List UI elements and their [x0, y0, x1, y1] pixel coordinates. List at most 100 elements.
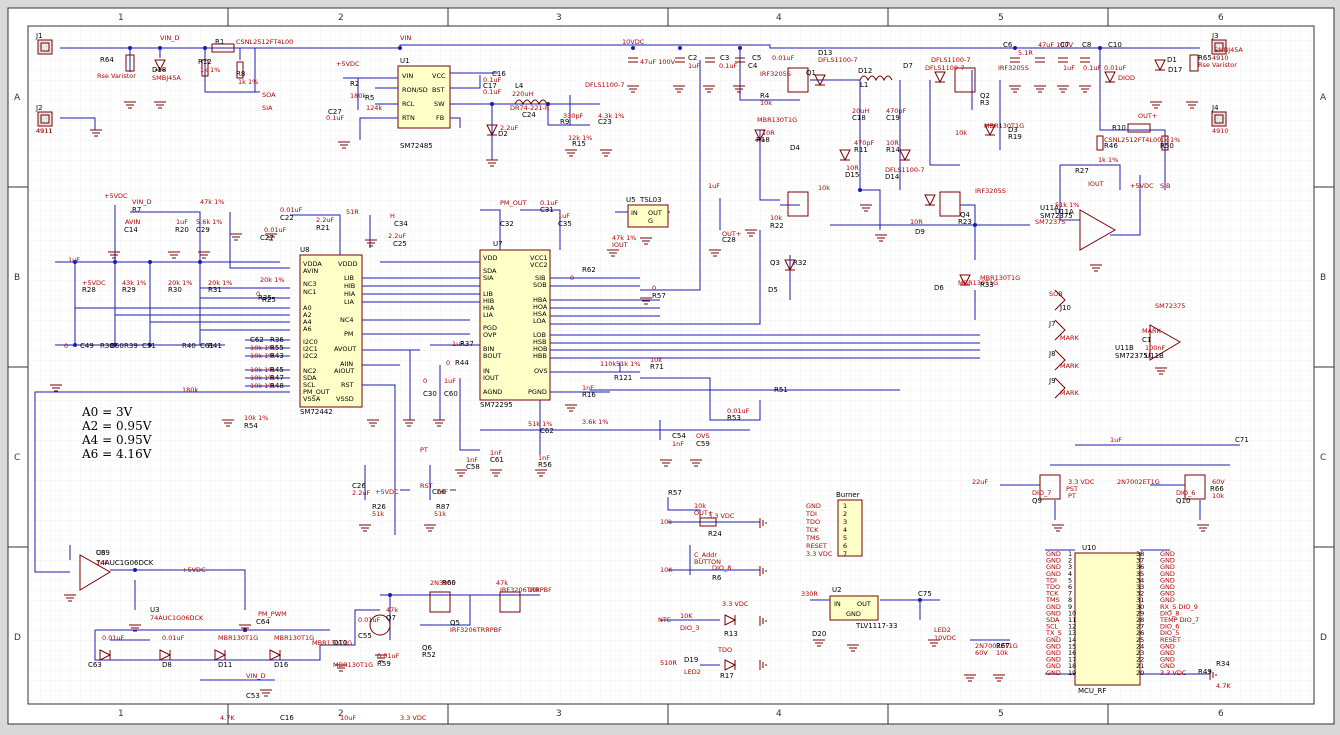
component-label: R12 [198, 58, 212, 66]
u1-pin-vin: VIN [402, 72, 413, 80]
component-label: 1uF [558, 212, 570, 220]
component-label: C31 [540, 206, 554, 214]
component-label: 10k [955, 129, 967, 137]
col-label-4: 4 [776, 13, 782, 23]
component-label: D17 [1168, 66, 1182, 74]
component-label: 0.01uF [1104, 64, 1127, 72]
component-label: C62 [250, 336, 264, 344]
component-label: 2.2uF [316, 216, 334, 224]
component-label: LED2 [934, 626, 951, 634]
component-label: 0 [446, 359, 450, 367]
u1-pin-rcl: RCL [402, 100, 415, 108]
u1-pin-bst: BST [432, 86, 444, 94]
component-label: R24 [708, 530, 722, 538]
component-label: 3.3 VDC [708, 512, 735, 520]
col-label-1-bottom: 1 [118, 709, 124, 719]
u10-right-net: 3.3 VDC [1160, 669, 1187, 677]
col-label-3: 3 [556, 13, 562, 23]
component-label: PM_OUT [500, 199, 527, 207]
component-label: C7 [1060, 41, 1069, 49]
burner-pin-2: 2 [843, 510, 847, 518]
component-label: LED2 [684, 668, 701, 676]
component-label: 10k [528, 586, 540, 594]
u8-pin-lia: LIA [344, 298, 355, 306]
u8-name: SM72442 [300, 408, 333, 416]
component-label: 10K [680, 612, 693, 620]
u8-pin-nc3: NC3 [303, 280, 317, 288]
component-label: R54 [244, 422, 258, 430]
component-label: C14 [124, 226, 138, 234]
burner-pin-3: 3 [843, 518, 847, 526]
component-label: 4.7K [1216, 682, 1231, 690]
component-label: 0.1uF [719, 62, 737, 70]
row-label-c: C [14, 453, 20, 463]
component-label: R32 [793, 259, 807, 267]
component-label: 51k [372, 510, 384, 518]
component-label: R23 [958, 218, 972, 226]
component-label: C63 [88, 661, 102, 669]
burner-net-tdi: TDI [805, 510, 817, 518]
u5-name: TSL03 [639, 196, 662, 204]
component-label: DFLS1100-7 [585, 81, 625, 89]
component-label: Q9 [1032, 497, 1042, 505]
component-label: H [390, 212, 395, 220]
component-label: C22 [280, 214, 294, 222]
u8-pin-nc1: NC1 [303, 288, 317, 296]
u1-pin-vcc: VCC [432, 72, 446, 80]
u2-pin-in: IN [834, 600, 841, 608]
component-label: 0.01uF [264, 226, 287, 234]
component-label: J1 [35, 32, 43, 40]
component-label: D10 [333, 639, 347, 647]
component-label: R51 [774, 386, 788, 394]
component-label: 1uF [1063, 64, 1075, 72]
u8-pin-a6: A6 [303, 325, 312, 333]
row-label-d-right: D [1320, 633, 1327, 643]
component-label: MARK [1060, 389, 1080, 397]
component-label: 10k [1212, 492, 1224, 500]
component-label: R62 [582, 266, 596, 274]
component-label: 4911 [36, 127, 53, 135]
component-label: MBR130T1G [333, 661, 373, 669]
chip-u8: U8 SM72442 VDDA AVIN NC3 NC1 A0 A2 A4 A6… [299, 246, 363, 416]
component-label: 0.1uF [326, 114, 344, 122]
col-label-4-bottom: 4 [776, 709, 782, 719]
component-label: R20 [175, 226, 189, 234]
component-label: 51k [434, 510, 446, 518]
component-label: SIA [262, 104, 273, 112]
component-label: 51k 1% [616, 360, 640, 368]
row-label-a: A [14, 93, 21, 103]
component-label: C62 [540, 427, 554, 435]
chip-u7: U7 SM72295 VDD SDA SIA LIB HIB HIA LIA P… [479, 240, 551, 409]
component-label: R5 [365, 94, 374, 102]
component-label: IOUT [612, 241, 628, 249]
component-label: C3 [720, 54, 729, 62]
component-label: D8 [162, 661, 172, 669]
component-label: VIN_D [132, 198, 151, 206]
component-label: 0 [652, 284, 656, 292]
component-label: R2 [350, 80, 359, 88]
component-label: 0 [570, 274, 574, 282]
component-label: J4 [1211, 104, 1219, 112]
component-label: IRF3205S [998, 64, 1029, 72]
u1-ref: U1 [400, 57, 410, 65]
u7-pin-pgnd: PGND [528, 388, 547, 396]
component-label: C75 [918, 590, 932, 598]
col-label-1: 1 [118, 13, 124, 23]
component-label: DFLS1100-7 [818, 56, 858, 64]
u8-pin-lib: LIB [344, 274, 354, 282]
component-label: R33 [980, 281, 994, 289]
component-label: 1uF [444, 377, 456, 385]
component-label: 10k 1% [244, 414, 268, 422]
component-label: C55 [358, 632, 372, 640]
component-label: MARK [1060, 334, 1080, 342]
component-label: 1k 1% [200, 66, 220, 74]
component-label: 5.1R [1018, 49, 1033, 57]
burner-net-3v3: 3.3 VDC [806, 550, 833, 558]
component-label: D9 [915, 228, 925, 236]
component-label: D7 [903, 62, 913, 70]
u5-pin-g: G [648, 217, 653, 225]
u8-pin-avout: AVOUT [334, 345, 356, 353]
component-label: J10 [1059, 304, 1071, 312]
component-label: 4.7K [220, 714, 235, 722]
u1-pin-rtn: RTN [402, 114, 415, 122]
